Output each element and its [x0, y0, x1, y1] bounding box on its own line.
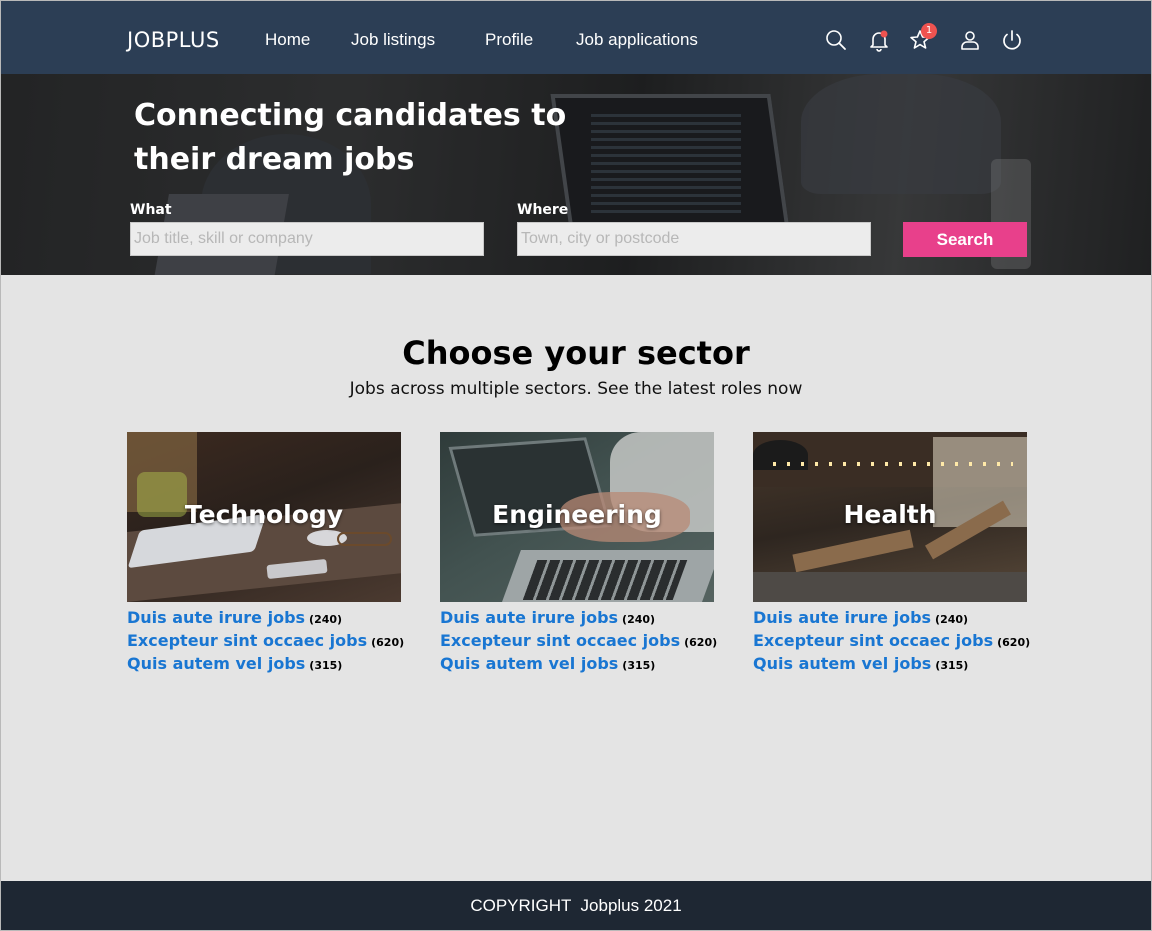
where-input[interactable] — [517, 222, 871, 256]
top-navbar: JOBPLUS Home Job listings Profile Job ap… — [1, 1, 1151, 74]
job-count: (315) — [622, 659, 656, 672]
hero-banner: Connecting candidates to their dream job… — [1, 74, 1151, 275]
health-floor-shape — [753, 572, 1027, 602]
job-count: (620) — [684, 636, 718, 649]
tech-glasses-shape — [337, 532, 392, 546]
list-item: Quis autem vel jobs (315) — [753, 654, 1027, 677]
sector-job-link[interactable]: Excepteur sint occaec jobs — [440, 631, 680, 650]
job-count: (620) — [371, 636, 405, 649]
sector-card-technology: Technology Duis aute irure jobs (240) Exc… — [127, 432, 405, 677]
copyright-text: COPYRIGHT Jobplus 2021 — [470, 896, 682, 915]
job-count: (240) — [935, 613, 969, 626]
power-icon[interactable] — [1000, 28, 1024, 52]
sector-image-health[interactable]: Health — [753, 432, 1027, 602]
sector-job-link[interactable]: Quis autem vel jobs — [753, 654, 931, 673]
sector-image-engineering[interactable]: Engineering — [440, 432, 714, 602]
sector-card-engineering: Engineering Duis aute irure jobs (240) Ex… — [440, 432, 718, 677]
nav-job-applications[interactable]: Job applications — [576, 30, 698, 50]
where-label: Where — [517, 202, 569, 218]
sector-image-technology[interactable]: Technology — [127, 432, 401, 602]
sector-job-link[interactable]: Quis autem vel jobs — [440, 654, 618, 673]
favorites-count-badge: 1 — [921, 23, 937, 39]
sector-label-engineering: Engineering — [492, 500, 662, 529]
search-button[interactable]: Search — [903, 222, 1027, 257]
health-lights-shape — [773, 462, 1013, 466]
sector-job-link[interactable]: Excepteur sint occaec jobs — [753, 631, 993, 650]
nav-home[interactable]: Home — [265, 30, 310, 50]
sector-label-health: Health — [843, 500, 937, 529]
brand-logo[interactable]: JOBPLUS — [127, 28, 220, 52]
sector-links-health: Duis aute irure jobs (240) Excepteur sint… — [753, 608, 1031, 677]
sector-job-link[interactable]: Excepteur sint occaec jobs — [127, 631, 367, 650]
nav-job-listings[interactable]: Job listings — [351, 30, 435, 50]
list-item: Quis autem vel jobs (315) — [440, 654, 714, 677]
sector-job-link[interactable]: Quis autem vel jobs — [127, 654, 305, 673]
job-count: (315) — [935, 659, 969, 672]
health-table-shape — [792, 529, 914, 573]
hero-title: Connecting candidates to their dream job… — [134, 98, 567, 177]
sector-job-link[interactable]: Duis aute irure jobs — [440, 608, 618, 627]
user-icon[interactable] — [958, 28, 982, 52]
sector-job-link[interactable]: Duis aute irure jobs — [127, 608, 305, 627]
list-item: Excepteur sint occaec jobs (620) — [440, 631, 718, 654]
bell-icon[interactable] — [867, 28, 891, 52]
job-count: (315) — [309, 659, 343, 672]
job-count: (620) — [997, 636, 1031, 649]
sector-links-engineering: Duis aute irure jobs (240) Excepteur sint… — [440, 608, 718, 677]
job-count: (240) — [622, 613, 656, 626]
what-label: What — [130, 202, 172, 218]
job-count: (240) — [309, 613, 343, 626]
sectors-subtitle: Jobs across multiple sectors. See the la… — [349, 379, 803, 399]
sectors-title: Choose your sector — [402, 334, 750, 372]
eng-keys-shape — [522, 560, 688, 600]
sector-links-technology: Duis aute irure jobs (240) Excepteur sint… — [127, 608, 405, 677]
search-icon[interactable] — [824, 28, 848, 52]
footer: COPYRIGHT Jobplus 2021 — [1, 881, 1151, 930]
sector-label-technology: Technology — [184, 500, 344, 529]
list-item: Excepteur sint occaec jobs (620) — [753, 631, 1031, 654]
sector-card-health: Health Duis aute irure jobs (240) Excepte… — [753, 432, 1031, 677]
sector-job-link[interactable]: Duis aute irure jobs — [753, 608, 931, 627]
list-item: Excepteur sint occaec jobs (620) — [127, 631, 405, 654]
list-item: Duis aute irure jobs (240) — [440, 608, 714, 631]
list-item: Duis aute irure jobs (240) — [753, 608, 1027, 631]
list-item: Duis aute irure jobs (240) — [127, 608, 401, 631]
nav-profile[interactable]: Profile — [485, 30, 533, 50]
list-item: Quis autem vel jobs (315) — [127, 654, 401, 677]
what-input[interactable] — [130, 222, 484, 256]
